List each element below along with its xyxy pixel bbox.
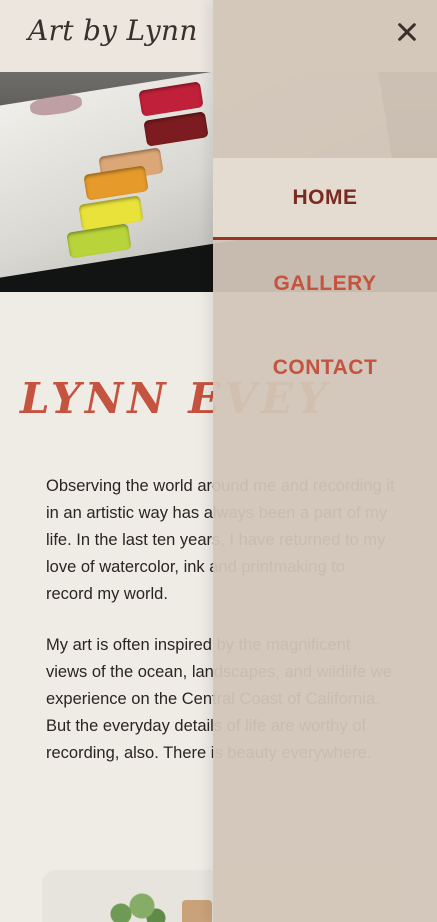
site-logo[interactable]: Art by Lynn [28,14,198,47]
pot-illustration [182,900,212,922]
close-menu-button[interactable] [389,14,425,50]
plant-illustration [100,890,170,922]
nav-item-home[interactable]: HOME [213,158,437,240]
close-icon [398,23,416,41]
nav-item-gallery[interactable]: GALLERY [213,243,437,325]
nav-item-contact[interactable]: CONTACT [213,327,437,409]
nav-menu-overlay: HOME GALLERY CONTACT [213,0,437,922]
